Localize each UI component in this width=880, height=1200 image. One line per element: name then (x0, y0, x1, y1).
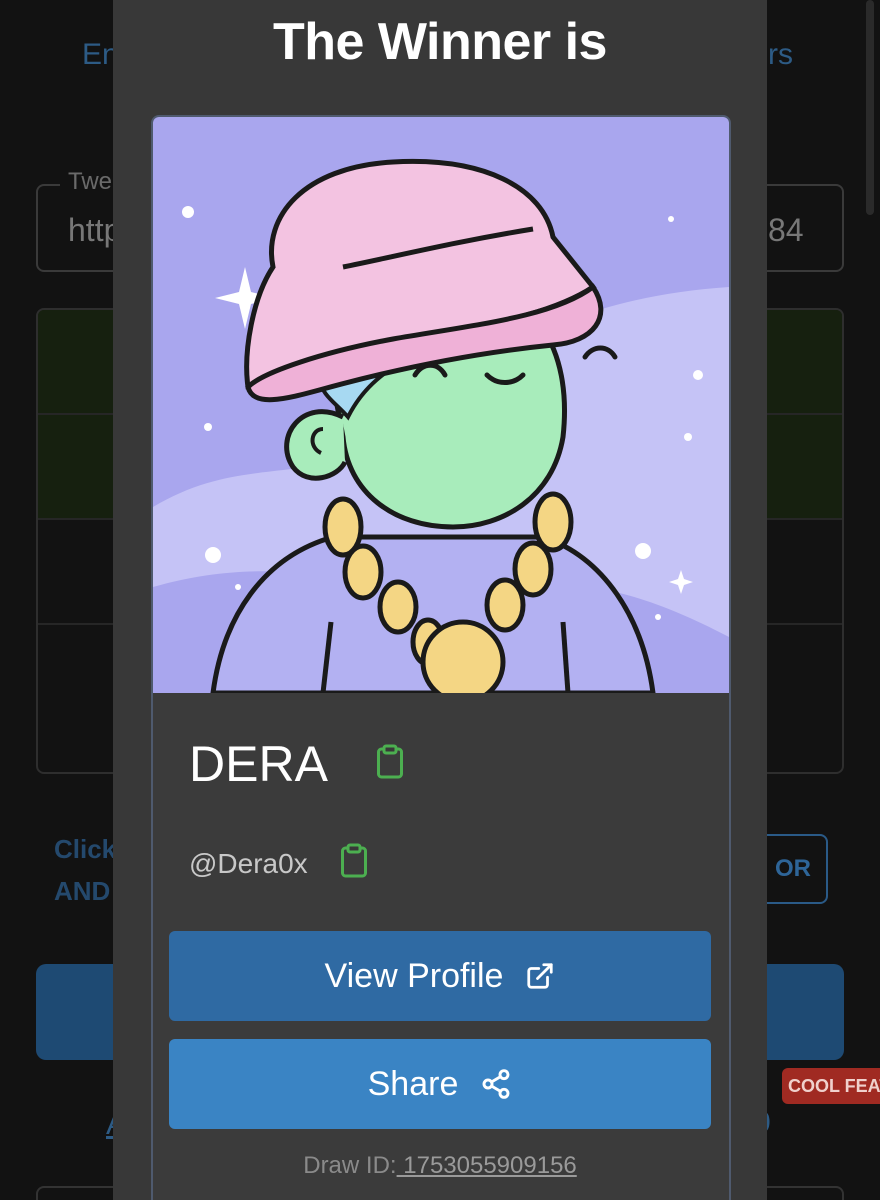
winner-handle: @Dera0x (189, 847, 308, 879)
winner-avatar (153, 117, 729, 693)
external-link-icon (527, 963, 554, 989)
share-button[interactable]: Share (169, 1039, 711, 1129)
or-button[interactable]: OR (758, 834, 828, 904)
winner-card: DERA @Dera0x (151, 115, 731, 1200)
cool-features-badge: COOL FEAT (782, 1068, 880, 1104)
winner-name-row: DERA (189, 735, 404, 793)
modal-title: The Winner is (273, 13, 607, 71)
clipboard-icon[interactable] (340, 843, 368, 884)
clipboard-icon[interactable] (376, 744, 404, 785)
scrollbar[interactable] (866, 0, 874, 215)
share-label: Share (367, 1064, 459, 1103)
winner-name: DERA (189, 736, 328, 792)
winner-handle-row: @Dera0x (189, 843, 368, 884)
instruction-text-line2: AND (54, 876, 111, 906)
tweet-url-label: Twe (60, 168, 121, 196)
share-icon (482, 1069, 510, 1099)
tweet-url-value-right: 84 (768, 212, 804, 248)
draw-id-label: Draw ID: (303, 1152, 397, 1179)
view-profile-label: View Profile (324, 956, 504, 995)
instruction-text-line1: Click (54, 834, 117, 864)
view-profile-button[interactable]: View Profile (169, 931, 711, 1021)
winner-modal: The Winner is DERA @Dera0x View Profile … (113, 0, 767, 1200)
bg-tab-right[interactable]: rs (768, 38, 793, 72)
draw-id: Draw ID: 1753055909156 (113, 1152, 767, 1180)
draw-id-value[interactable]: 1753055909156 (397, 1152, 577, 1179)
